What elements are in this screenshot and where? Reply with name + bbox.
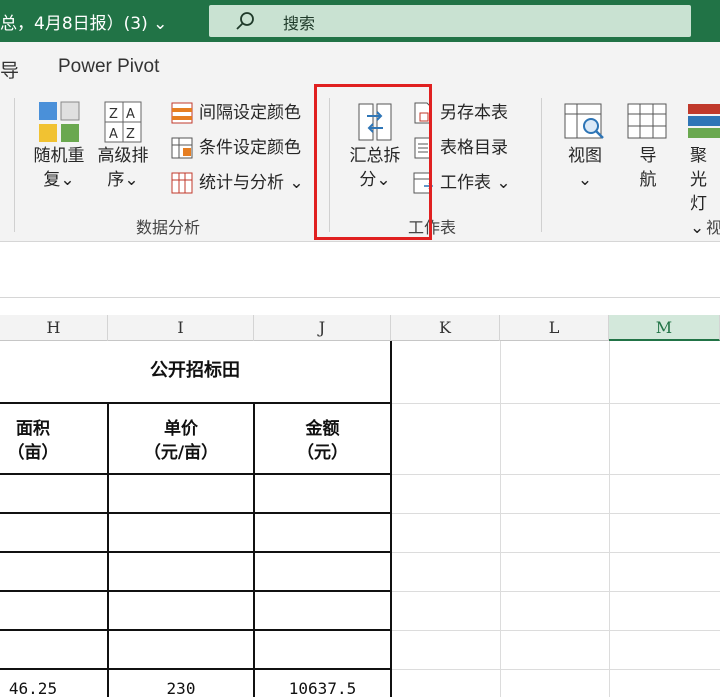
column-header-j[interactable]: J — [254, 315, 391, 341]
header-amount-unit: （元） — [297, 443, 348, 463]
navigation-label-2: 航 — [639, 170, 657, 190]
column-header-h[interactable]: H — [0, 315, 108, 341]
color-grid-icon — [39, 101, 80, 142]
svg-text:Z: Z — [109, 107, 118, 122]
table-border — [390, 341, 392, 697]
gridline — [500, 341, 501, 697]
sort-az-icon: Z A A Z — [104, 101, 142, 143]
gridline — [391, 630, 720, 631]
column-header-k[interactable]: K — [391, 315, 500, 341]
interval-color-icon — [171, 102, 193, 124]
table-border — [0, 629, 392, 631]
search-label: 搜索 — [283, 14, 316, 33]
column-header-l[interactable]: L — [500, 315, 609, 341]
search-box[interactable]: 搜索 — [209, 5, 691, 37]
random-repeat-label-1: 随机重 — [33, 146, 85, 166]
navigation-label-1: 导 — [639, 146, 657, 166]
random-repeat-button[interactable]: 随机重 复⌄ — [28, 100, 90, 192]
group-label-data-analysis: 数据分析 — [136, 218, 201, 237]
advanced-sort-label-1: 高级排 — [97, 146, 149, 166]
cell-amount-value[interactable]: 10637.5 — [254, 679, 391, 697]
cell-unit-price-value[interactable]: 230 — [108, 679, 254, 697]
column-header-row: H I J K L M — [0, 315, 720, 341]
gridline — [391, 591, 720, 592]
title-bar: 总，4月8日报）(3) ⌄ 搜索 — [0, 0, 720, 42]
random-repeat-label-2: 复⌄ — [43, 170, 75, 190]
gridline — [391, 669, 720, 670]
gridline — [391, 474, 720, 475]
advanced-sort-label-2: 序⌄ — [107, 170, 139, 190]
ribbon-separator — [541, 98, 542, 232]
group-label-view-partial: 视 — [706, 218, 720, 237]
svg-text:A: A — [126, 107, 135, 122]
column-header-m[interactable]: M — [609, 315, 720, 341]
save-this-sheet-label: 另存本表 — [440, 103, 508, 123]
table-border — [0, 512, 392, 514]
document-title[interactable]: 总，4月8日报）(3) ⌄ — [0, 9, 167, 34]
header-area-label: 面积 — [16, 419, 50, 439]
statistics-analysis-button[interactable]: 统计与分析 ⌄ — [171, 170, 313, 196]
header-cell-unit-price[interactable]: 单价 （元/亩） — [108, 417, 254, 465]
table-border — [0, 551, 392, 553]
header-unit-price-label: 单价 — [164, 419, 198, 439]
gridline — [391, 552, 720, 553]
header-cell-area[interactable]: 面积 （亩） — [0, 417, 66, 465]
conditional-color-icon — [171, 137, 193, 159]
advanced-sort-button[interactable]: Z A A Z 高级排 序⌄ — [92, 100, 154, 192]
interval-color-label: 间隔设定颜色 — [199, 103, 301, 123]
statistics-icon — [171, 172, 193, 194]
view-label-2: ⌄ — [577, 170, 593, 190]
ribbon-separator — [14, 98, 15, 232]
table-directory-label: 表格目录 — [440, 138, 508, 158]
header-amount-label: 金额 — [305, 419, 340, 439]
column-header-i[interactable]: I — [108, 315, 254, 341]
view-button[interactable]: 视图 ⌄ — [557, 100, 613, 192]
gridline — [391, 513, 720, 514]
formula-bar-area[interactable] — [0, 243, 720, 298]
cell-area-value[interactable]: 46.25 — [0, 679, 66, 697]
navigation-button[interactable]: 导 航 — [620, 100, 676, 192]
spotlight-icon — [688, 104, 720, 138]
header-area-unit: （亩） — [7, 443, 59, 463]
merged-title-cell[interactable]: 公开招标田 — [0, 359, 390, 383]
svg-text:Z: Z — [126, 127, 135, 142]
ribbon-tab-row: 导 Power Pivot — [0, 42, 720, 90]
header-cell-amount[interactable]: 金额 （元） — [254, 417, 391, 465]
highlight-annotation-box — [314, 84, 432, 240]
view-magnifier-icon — [564, 103, 604, 139]
gridline — [391, 403, 720, 404]
conditional-color-label: 条件设定颜色 — [199, 138, 301, 158]
table-border — [0, 402, 392, 404]
statistics-analysis-label: 统计与分析 ⌄ — [199, 173, 304, 193]
worksheet-menu-label: 工作表 ⌄ — [440, 173, 511, 193]
spotlight-label-1: 聚光 — [690, 146, 707, 190]
table-border — [0, 668, 392, 670]
table-border — [0, 473, 392, 475]
header-unit-price-unit: （元/亩） — [143, 443, 219, 463]
interval-color-button[interactable]: 间隔设定颜色 — [171, 100, 313, 126]
worksheet-grid[interactable]: 公开招标田 面积 （亩） 单价 （元/亩） 金额 （元） 46.25 230 1… — [0, 341, 720, 697]
svg-text:A: A — [109, 127, 118, 142]
table-border — [0, 590, 392, 592]
navigation-grid-icon — [627, 103, 667, 139]
tab-partial[interactable]: 导 — [0, 56, 19, 83]
search-icon — [236, 12, 254, 30]
gridline — [609, 341, 610, 697]
tab-power-pivot[interactable]: Power Pivot — [58, 56, 159, 78]
conditional-color-button[interactable]: 条件设定颜色 — [171, 135, 313, 161]
view-label-1: 视图 — [568, 146, 602, 166]
